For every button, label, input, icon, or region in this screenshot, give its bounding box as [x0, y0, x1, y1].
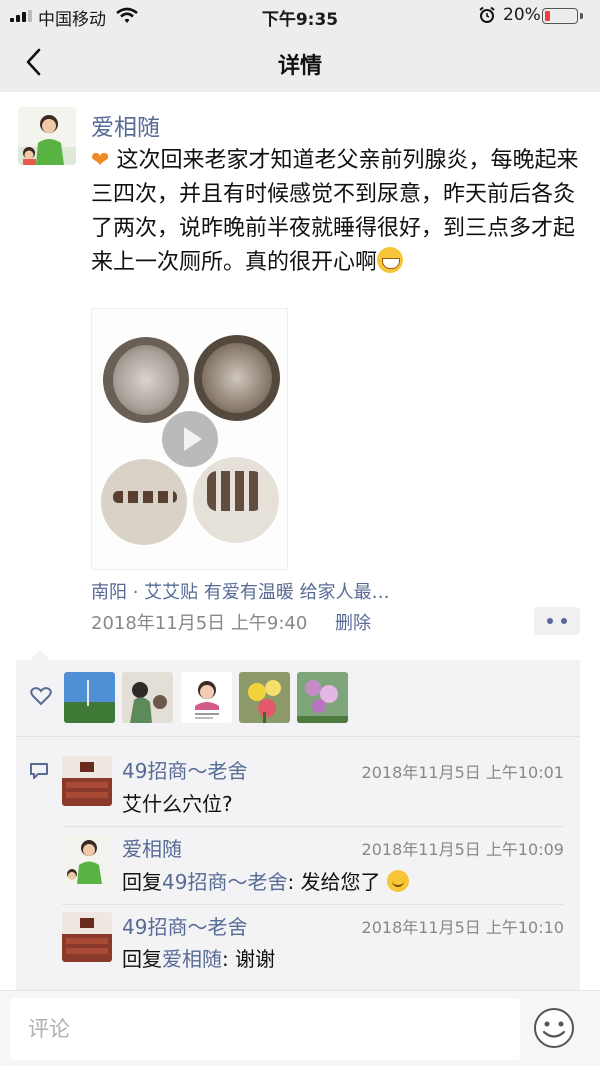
bead-plate-image [101, 459, 187, 545]
liker-avatar[interactable] [239, 672, 290, 723]
battery-percent: 20% [503, 5, 541, 25]
liker-avatar[interactable] [181, 672, 232, 723]
commenter-name[interactable]: 49招商～老舍 [122, 755, 247, 784]
panel-pointer [30, 650, 50, 660]
comment-text: 艾什么穴位? [122, 792, 233, 816]
play-button-icon[interactable] [162, 411, 218, 467]
reply-text: : 发给您了 [287, 870, 381, 894]
reply-text: : 谢谢 [222, 947, 276, 971]
comment-divider [62, 904, 564, 905]
post-body: ❤ 这次回来老家才知道老父亲前列腺炎，每晚起来三四次，并且有时候感觉不到尿意，昨… [91, 144, 586, 280]
panel-divider [16, 736, 580, 737]
smile-emoji-icon [386, 870, 409, 892]
comment-time: 2018年11月5日 上午10:10 [361, 918, 564, 937]
location-link[interactable]: 南阳 · 艾艾贴 有爱有温暖 给家人最… [91, 578, 390, 604]
navigation-bar: 详情 [0, 32, 600, 92]
post-author-name[interactable]: 爱相随 [91, 108, 160, 142]
page-title: 详情 [277, 54, 322, 79]
post-timestamp: 2018年11月5日 上午9:40 [91, 613, 308, 634]
delete-button[interactable]: 删除 [335, 609, 371, 635]
bead-plate-image [194, 335, 280, 421]
battery-icon [542, 8, 578, 24]
comment-time: 2018年11月5日 上午10:01 [361, 763, 564, 782]
comment-divider [62, 826, 564, 827]
comment-bubble-icon [30, 763, 48, 779]
liker-avatar[interactable] [297, 672, 348, 723]
liker-avatar[interactable] [122, 672, 173, 723]
heart-outline-icon [30, 687, 52, 706]
more-options-button[interactable] [534, 607, 580, 635]
commenter-avatar[interactable] [62, 912, 112, 962]
reply-target-name[interactable]: 49招商～老舍 [162, 870, 287, 894]
orange-heart-icon: ❤ [91, 148, 110, 173]
comment-time: 2018年11月5日 上午10:09 [361, 840, 564, 859]
comment-input-bar [0, 990, 600, 1066]
video-thumbnail[interactable] [91, 308, 288, 570]
commenter-name[interactable]: 49招商～老舍 [122, 911, 247, 940]
author-avatar[interactable] [18, 107, 76, 165]
alarm-icon [479, 6, 495, 23]
battery-nub [580, 13, 583, 19]
reply-prefix: 回复 [122, 947, 162, 971]
liker-avatar[interactable] [64, 672, 115, 723]
status-bar: 中国移动 下午9:35 20% [0, 0, 600, 32]
bead-plate-image [103, 337, 189, 423]
grin-emoji-icon [377, 247, 404, 273]
commenter-avatar[interactable] [62, 834, 112, 884]
commenter-avatar[interactable] [62, 756, 112, 806]
commenter-name[interactable]: 爱相随 [122, 833, 182, 862]
comment-text: 回复爱相随: 谢谢 [122, 943, 275, 972]
reply-prefix: 回复 [122, 870, 162, 894]
reply-target-name[interactable]: 爱相随 [162, 947, 222, 971]
emoji-button-icon[interactable] [533, 1007, 575, 1049]
post-text: 这次回来老家才知道老父亲前列腺炎，每晚起来三四次，并且有时候感觉不到尿意，昨天前… [91, 148, 579, 275]
comment-text: 回复49招商～老舍: 发给您了 [122, 866, 409, 895]
bead-plate-image [193, 457, 279, 543]
comment-input[interactable] [10, 998, 520, 1060]
